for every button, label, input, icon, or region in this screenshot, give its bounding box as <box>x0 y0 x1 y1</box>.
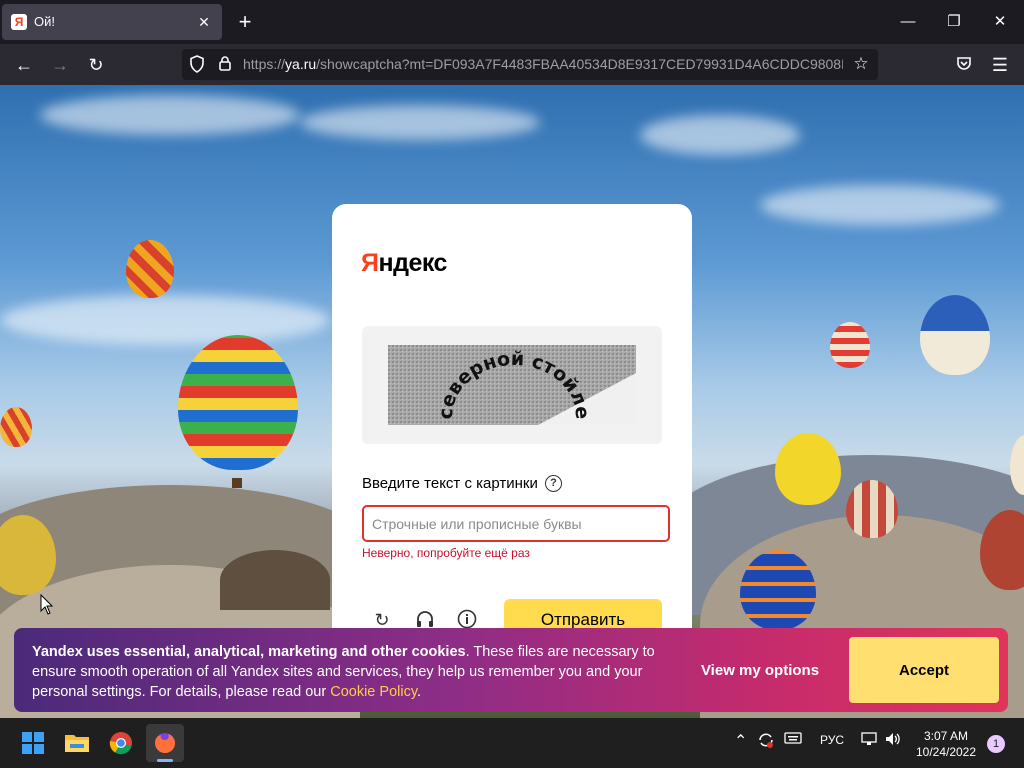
input-language-indicator[interactable]: РУС <box>820 733 844 747</box>
captcha-error-message: Неверно, попробуйте ещё раз <box>362 546 530 560</box>
active-app-indicator <box>157 759 173 762</box>
hot-air-balloon <box>126 240 174 298</box>
pocket-icon[interactable] <box>950 51 978 79</box>
close-tab-icon[interactable]: ✕ <box>192 10 216 34</box>
cookie-policy-link[interactable]: Cookie Policy <box>330 684 417 700</box>
help-question-icon[interactable]: ? <box>545 475 562 492</box>
hot-air-balloon <box>920 295 990 375</box>
background-cloud <box>300 105 540 140</box>
hot-air-balloon <box>740 550 816 630</box>
update-sync-icon[interactable] <box>756 730 776 753</box>
file-explorer-icon[interactable] <box>58 724 96 762</box>
system-clock[interactable]: 3:07 AM 10/24/2022 <box>911 728 981 760</box>
bookmark-star-icon[interactable]: ☆ <box>852 55 870 73</box>
background-rock <box>220 550 330 610</box>
background-cloud <box>640 115 800 155</box>
network-icon[interactable] <box>860 730 878 751</box>
forward-button[interactable]: → <box>46 51 74 79</box>
hot-air-balloon <box>830 322 870 368</box>
firefox-icon[interactable] <box>146 724 184 762</box>
address-bar[interactable]: https://ya.ru/showcaptcha?mt=DF093A7F448… <box>182 49 878 80</box>
keyboard-icon[interactable] <box>784 731 802 748</box>
minimize-window-button[interactable]: — <box>888 8 928 36</box>
new-tab-button[interactable]: + <box>232 8 258 36</box>
tab-strip: Я Ой! ✕ + — ❐ ✕ <box>0 0 1024 44</box>
volume-icon[interactable] <box>884 730 902 751</box>
accept-cookies-button[interactable]: Accept <box>849 637 999 703</box>
lock-icon[interactable] <box>216 55 234 73</box>
captcha-image-container: северной стойле <box>362 326 662 444</box>
start-menu-icon[interactable] <box>14 724 52 762</box>
clock-time: 3:07 AM <box>923 729 969 743</box>
navigation-toolbar: ← → ↻ https://ya.ru/showcaptcha?mt=DF093… <box>0 44 1024 85</box>
browser-tab-active[interactable]: Я Ой! ✕ <box>2 4 222 40</box>
balloon-basket <box>232 478 242 488</box>
captcha-answer-input[interactable] <box>362 505 670 542</box>
url-text[interactable]: https://ya.ru/showcaptcha?mt=DF093A7F448… <box>243 56 843 72</box>
tab-title: Ой! <box>34 14 55 29</box>
clock-date: 10/24/2022 <box>915 745 977 759</box>
chrome-icon[interactable] <box>102 724 140 762</box>
yandex-logo: Яндекс <box>361 249 447 277</box>
tracking-protection-shield-icon[interactable] <box>188 55 206 73</box>
background-cloud <box>760 185 1000 225</box>
reload-button[interactable]: ↻ <box>82 51 110 79</box>
captcha-card: Яндекс северной стойле Введите текст с к… <box>332 204 692 684</box>
mouse-cursor-icon <box>40 594 54 615</box>
view-my-options-button[interactable]: View my options <box>690 638 830 702</box>
captcha-prompt-label: Введите текст с картинки <box>362 475 538 492</box>
yandex-favicon-icon: Я <box>11 14 27 30</box>
hot-air-balloon <box>178 335 298 470</box>
cookie-consent-banner: Yandex uses essential, analytical, marke… <box>14 628 1008 712</box>
restore-window-button[interactable]: ❐ <box>934 8 974 36</box>
captcha-image: северной стойле <box>388 345 636 425</box>
app-menu-icon[interactable]: ☰ <box>986 51 1014 79</box>
hot-air-balloon <box>775 433 841 505</box>
show-hidden-icons-chevron-up-icon[interactable]: ⌃ <box>734 731 747 751</box>
cookie-consent-text: Yandex uses essential, analytical, marke… <box>32 644 655 700</box>
hot-air-balloon <box>846 480 898 538</box>
notification-count-badge[interactable]: 1 <box>987 735 1005 753</box>
background-cloud <box>40 95 300 135</box>
back-button[interactable]: ← <box>10 51 38 79</box>
close-window-button[interactable]: ✕ <box>980 8 1020 36</box>
background-cloud <box>0 295 330 345</box>
hot-air-balloon <box>0 407 32 447</box>
captcha-page: Яндекс северной стойле Введите текст с к… <box>0 85 1024 718</box>
windows-taskbar: ⌃ РУС 3:07 AM 10/24/2022 1 <box>0 718 1024 768</box>
